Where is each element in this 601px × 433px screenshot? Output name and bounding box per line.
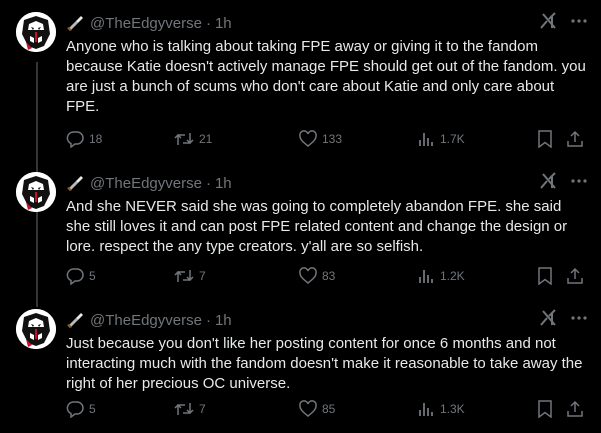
- reply-button[interactable]: 5: [66, 266, 96, 286]
- reply-count: 18: [89, 132, 103, 146]
- separator-dot: ·: [205, 14, 211, 32]
- views-button[interactable]: 1.2K: [417, 266, 465, 286]
- tweet-header: @TheEdgyverse · 1h: [66, 13, 232, 33]
- tweet-text: And she NEVER said she was going to comp…: [66, 198, 568, 255]
- bookmark-icon: [538, 267, 552, 285]
- tweet-text: Just because you don't like her posting …: [66, 335, 583, 392]
- tweet[interactable]: @TheEdgyverse · 1h And she NEVER said sh…: [0, 160, 601, 297]
- bookmark-icon: [538, 130, 552, 148]
- views-button[interactable]: 1.7K: [417, 129, 465, 149]
- tweet-text: Anyone who is talking about taking FPE a…: [66, 38, 586, 115]
- bookmark-button[interactable]: [537, 129, 553, 149]
- views-count: 1.7K: [440, 132, 465, 146]
- bookmark-icon: [538, 400, 552, 418]
- timestamp[interactable]: 1h: [215, 175, 232, 192]
- timestamp[interactable]: 1h: [215, 312, 232, 329]
- retweet-count: 7: [199, 269, 206, 283]
- knife-icon: [66, 312, 84, 328]
- user-handle[interactable]: @TheEdgyverse: [90, 175, 202, 192]
- tweet-actions: 18 21 133 1.7K: [66, 129, 586, 149]
- like-button[interactable]: 133: [299, 129, 342, 149]
- like-count: 83: [322, 269, 336, 283]
- retweet-icon: [174, 133, 194, 145]
- like-button[interactable]: 83: [299, 266, 335, 286]
- grok-icon[interactable]: [539, 309, 557, 327]
- views-count: 1.2K: [440, 269, 465, 283]
- knife-icon: [66, 15, 84, 31]
- views-count: 1.3K: [440, 402, 465, 416]
- avatar[interactable]: [16, 309, 56, 349]
- share-icon: [567, 400, 583, 417]
- share-icon: [567, 130, 583, 147]
- views-button[interactable]: 1.3K: [417, 399, 465, 419]
- share-button[interactable]: [566, 266, 584, 286]
- views-icon: [419, 133, 433, 146]
- reply-icon: [66, 401, 84, 418]
- heart-icon: [299, 130, 317, 147]
- share-button[interactable]: [566, 399, 584, 419]
- separator-dot: ·: [205, 311, 211, 329]
- tweet-actions: 5 7 83 1.2K: [66, 266, 586, 286]
- reply-icon: [66, 268, 84, 285]
- more-icon[interactable]: [571, 309, 587, 327]
- like-count: 133: [322, 132, 343, 146]
- retweet-icon: [174, 270, 194, 282]
- knife-icon: [66, 175, 84, 191]
- tweet-header: @TheEdgyverse · 1h: [66, 173, 232, 193]
- reply-count: 5: [89, 402, 96, 416]
- views-icon: [419, 403, 433, 416]
- tweet-header: @TheEdgyverse · 1h: [66, 310, 232, 330]
- like-count: 85: [322, 402, 336, 416]
- heart-icon: [299, 400, 317, 417]
- user-handle[interactable]: @TheEdgyverse: [90, 312, 202, 329]
- separator-dot: ·: [205, 174, 211, 192]
- grok-icon[interactable]: [539, 12, 557, 30]
- reply-button[interactable]: 5: [66, 399, 96, 419]
- more-icon[interactable]: [571, 172, 587, 190]
- tweet[interactable]: @TheEdgyverse · 1h Just because you don'…: [0, 297, 601, 433]
- avatar[interactable]: [16, 172, 56, 212]
- tweet-actions: 5 7 85 1.3K: [66, 399, 586, 419]
- timestamp[interactable]: 1h: [215, 15, 232, 32]
- retweet-button[interactable]: 7: [174, 266, 206, 286]
- views-icon: [419, 270, 433, 283]
- retweet-button[interactable]: 7: [174, 399, 206, 419]
- reply-button[interactable]: 18: [66, 129, 102, 149]
- user-handle[interactable]: @TheEdgyverse: [90, 15, 202, 32]
- tweet[interactable]: @TheEdgyverse · 1h Anyone who is talking…: [0, 0, 601, 160]
- bookmark-button[interactable]: [537, 399, 553, 419]
- retweet-icon: [174, 403, 194, 415]
- like-button[interactable]: 85: [299, 399, 335, 419]
- share-icon: [567, 267, 583, 284]
- share-button[interactable]: [566, 129, 584, 149]
- grok-icon[interactable]: [539, 172, 557, 190]
- bookmark-button[interactable]: [537, 266, 553, 286]
- retweet-count: 7: [199, 402, 206, 416]
- avatar[interactable]: [16, 12, 56, 52]
- retweet-count: 21: [199, 132, 213, 146]
- reply-count: 5: [89, 269, 96, 283]
- reply-icon: [66, 131, 84, 148]
- more-icon[interactable]: [571, 12, 587, 30]
- retweet-button[interactable]: 21: [174, 129, 212, 149]
- heart-icon: [299, 267, 317, 284]
